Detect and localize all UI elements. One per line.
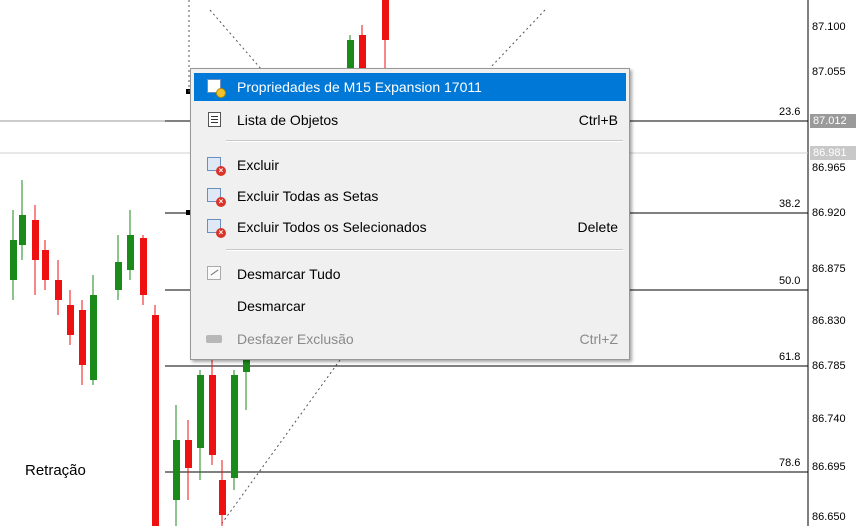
menu-item-label: Desmarcar Tudo (237, 266, 341, 282)
menu-item-shortcut: Ctrl+Z (579, 331, 619, 347)
properties-icon (206, 78, 226, 98)
fib-level-label: 38.2 (779, 198, 801, 210)
candle-body (79, 310, 86, 365)
undo-icon (206, 330, 224, 348)
menu-separator (226, 140, 623, 142)
menu-item-shortcut: Ctrl+B (578, 112, 618, 128)
candle-body (19, 215, 26, 245)
candle-body (347, 40, 354, 70)
menu-item-label: Desmarcar (237, 298, 306, 314)
menu-item-label: Desfazer Exclusão (237, 331, 354, 347)
menu-separator (226, 249, 623, 251)
candle-body (67, 305, 74, 335)
empty-icon-slot (206, 297, 224, 315)
fib-level-label: 23.6 (779, 106, 801, 118)
menu-item-unselect-all[interactable]: Desmarcar Tudo (194, 260, 626, 288)
menu-item-label: Excluir Todas as Setas (237, 188, 379, 204)
menu-item-label: Propriedades de M15 Expansion 17011 (237, 79, 482, 95)
candle-body (173, 440, 180, 500)
candle-body (219, 480, 226, 515)
context-menu: Propriedades de M15 Expansion 17011 List… (190, 68, 630, 360)
candle-body (127, 235, 134, 270)
candle-body (197, 375, 204, 448)
candle-body (115, 262, 122, 290)
menu-item-delete-all-selected[interactable]: × Excluir Todos os Selecionados Delete (194, 213, 626, 241)
price-label: 86.740 (812, 413, 846, 425)
price-label: 86.695 (812, 461, 846, 473)
price-label: 86.875 (812, 263, 846, 275)
menu-item-label: Excluir Todos os Selecionados (237, 219, 427, 235)
candle-body (152, 315, 159, 526)
object-list-icon (206, 111, 224, 129)
price-label: 86.830 (812, 315, 846, 327)
trend-dash-line (489, 9, 546, 69)
delete-selected-icon: × (206, 218, 226, 238)
fib-level-label: 50.0 (779, 275, 801, 287)
retracement-label: Retração (25, 462, 86, 479)
delete-arrows-icon: × (206, 187, 226, 207)
price-label: 87.100 (812, 21, 846, 33)
menu-item-object-list[interactable]: Lista de Objetos Ctrl+B (194, 106, 626, 134)
candle-body (42, 250, 49, 280)
candle-body (90, 295, 97, 380)
menu-item-label: Excluir (237, 157, 280, 173)
candle-body (32, 220, 39, 260)
candle-body (140, 238, 147, 295)
price-label: 86.650 (812, 511, 846, 523)
fib-level-label: 78.6 (779, 457, 801, 469)
ask-price-badge: 87.012 (810, 114, 856, 128)
menu-item-label: Lista de Objetos (237, 112, 339, 128)
fib-level-label: 61.8 (779, 351, 801, 363)
menu-item-delete-all-arrows[interactable]: × Excluir Todas as Setas (194, 182, 626, 210)
candle-body (209, 375, 216, 455)
candle-body (243, 360, 250, 372)
price-label: 87.055 (812, 66, 846, 78)
menu-item-undo-delete[interactable]: Desfazer Exclusão Ctrl+Z (194, 325, 626, 353)
menu-item-delete[interactable]: × Excluir (194, 151, 626, 179)
candle-body (382, 0, 389, 40)
menu-item-unselect[interactable]: Desmarcar (194, 292, 626, 320)
unselect-all-icon (206, 265, 224, 283)
bid-price-badge: 86.981 (810, 146, 856, 160)
menu-item-shortcut: Delete (577, 219, 618, 235)
candle-body (185, 440, 192, 468)
candle-body (231, 375, 238, 478)
price-label: 86.965 (812, 162, 846, 174)
price-label: 86.785 (812, 360, 846, 372)
trend-dash-line (209, 9, 263, 71)
candle-body (55, 280, 62, 300)
delete-icon: × (206, 156, 226, 176)
price-label: 86.920 (812, 207, 846, 219)
candle-body (10, 240, 17, 280)
menu-item-properties[interactable]: Propriedades de M15 Expansion 17011 (194, 73, 626, 101)
